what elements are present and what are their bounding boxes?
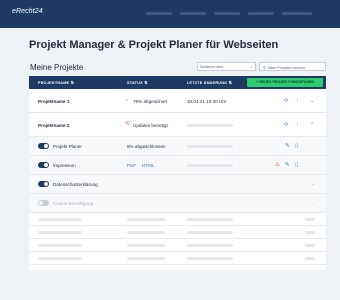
new-project-button[interactable]: + NEUES PROJEKT HINZUFÜGEN <box>247 78 323 87</box>
search-input[interactable]: ⚲ Nach Projekten suchen... <box>259 62 326 71</box>
page-title: Projekt Manager & Projekt Planer für Web… <box>29 39 279 51</box>
column-header-name[interactable]: PROJEKTNAME ⇅ <box>38 80 74 85</box>
status-placeholder <box>127 218 165 221</box>
section-title: Meine Projekte <box>30 63 84 72</box>
document-icon[interactable]: ▯ <box>295 162 298 168</box>
arrow-right-icon[interactable]: → <box>310 181 315 187</box>
page-footer-background <box>0 270 340 300</box>
html-link[interactable]: HTML <box>142 163 155 168</box>
name-placeholder <box>38 218 82 221</box>
app-logo[interactable]: eRecht24 <box>12 8 43 15</box>
name-placeholder <box>38 257 82 260</box>
date-placeholder <box>187 231 233 234</box>
list-item[interactable]: Cookie-Einwilligung → <box>29 194 326 213</box>
table-row[interactable]: Projektname 1 ◔ 75% abgesichert 10.04.21… <box>29 89 326 113</box>
list-item[interactable]: Projekt Planer 5% abgeschlossen ✎ ▯ <box>29 137 326 156</box>
name-placeholder <box>38 231 82 234</box>
action-placeholder <box>305 244 315 247</box>
chevron-down-icon: ⌄ <box>249 64 253 69</box>
changed-date-placeholder <box>187 145 233 148</box>
date-placeholder <box>187 244 233 247</box>
table-row <box>29 226 326 239</box>
table-row <box>29 239 326 252</box>
action-placeholder <box>305 231 315 234</box>
projects-table: PROJEKTNAME ⇅ STATUS ⇅ LETZTE ÄNDERUNG ⇅… <box>29 76 326 270</box>
sort-select-label: Sortieren nach <box>200 64 224 69</box>
sort-select[interactable]: Sortieren nach ⌄ <box>197 62 256 71</box>
top-navigation-bar: eRecht24 <box>0 0 340 28</box>
subitem-label[interactable]: Impressum <box>53 163 76 168</box>
list-item[interactable]: Datenschutzerklärung → <box>29 175 326 194</box>
table-row[interactable]: Projektname 2 ⟲ Updates benötigt ⟳ ⋮ ⌃ <box>29 113 326 137</box>
project-changed-date: 10.04.21 10:30 Uhr <box>187 99 227 104</box>
toggle-switch[interactable] <box>38 200 49 206</box>
changed-date-placeholder <box>187 124 233 127</box>
date-placeholder <box>187 257 233 260</box>
sync-icon[interactable]: ⟳ <box>284 98 289 104</box>
list-item[interactable]: Impressum PDF HTML ⚠ ✎ ▯ <box>29 156 326 175</box>
more-options-icon[interactable]: ⋮ <box>295 122 301 128</box>
progress-ring-icon: ◔ <box>125 98 129 104</box>
column-header-status[interactable]: STATUS ⇅ <box>127 80 147 85</box>
project-status: 75% abgesichert <box>133 99 168 104</box>
column-header-changed[interactable]: LETZTE ÄNDERUNG ⇅ <box>187 80 232 85</box>
project-name[interactable]: Projektname 2 <box>38 123 69 128</box>
status-placeholder <box>127 244 165 247</box>
changed-date-placeholder <box>187 164 233 167</box>
nav-item-placeholder[interactable] <box>282 12 312 15</box>
nav-item-placeholder[interactable] <box>214 12 240 15</box>
nav-item-placeholder[interactable] <box>146 12 172 15</box>
table-row <box>29 252 326 265</box>
more-options-icon[interactable]: ⋮ <box>295 98 301 104</box>
arrow-right-icon[interactable]: → <box>310 200 315 206</box>
subitem-label[interactable]: Datenschutzerklärung <box>53 182 98 187</box>
subitem-status: 5% abgeschlossen <box>127 144 166 149</box>
edit-icon[interactable]: ✎ <box>285 162 290 168</box>
table-header: PROJEKTNAME ⇅ STATUS ⇅ LETZTE ÄNDERUNG ⇅… <box>29 76 326 89</box>
warning-update-icon: ⟲ <box>125 121 130 127</box>
project-status: Updates benötigt <box>133 123 168 128</box>
table-row <box>29 213 326 226</box>
status-placeholder <box>127 257 165 260</box>
status-placeholder <box>127 231 165 234</box>
nav-item-placeholder[interactable] <box>248 12 274 15</box>
project-name[interactable]: Projektname 1 <box>38 99 69 104</box>
date-placeholder <box>187 218 233 221</box>
action-placeholder <box>305 218 315 221</box>
notification-icon[interactable]: ⚠ <box>275 162 280 168</box>
search-placeholder: Nach Projekten suchen... <box>267 65 309 70</box>
sync-icon[interactable]: ⟳ <box>284 122 289 128</box>
subitem-label[interactable]: Cookie-Einwilligung <box>53 201 93 206</box>
name-placeholder <box>38 244 82 247</box>
chevron-down-icon[interactable]: ⌄ <box>310 98 314 104</box>
toggle-switch[interactable] <box>38 181 49 187</box>
toggle-switch[interactable] <box>38 162 49 168</box>
edit-icon[interactable]: ✎ <box>285 143 290 149</box>
action-placeholder <box>305 257 315 260</box>
subitem-label[interactable]: Projekt Planer <box>53 144 82 149</box>
toggle-switch[interactable] <box>38 143 49 149</box>
search-icon: ⚲ <box>263 64 266 70</box>
nav-item-placeholder[interactable] <box>180 12 206 15</box>
document-icon[interactable]: ▯ <box>295 143 298 149</box>
pdf-link[interactable]: PDF <box>127 163 136 168</box>
chevron-up-icon[interactable]: ⌃ <box>310 122 314 128</box>
